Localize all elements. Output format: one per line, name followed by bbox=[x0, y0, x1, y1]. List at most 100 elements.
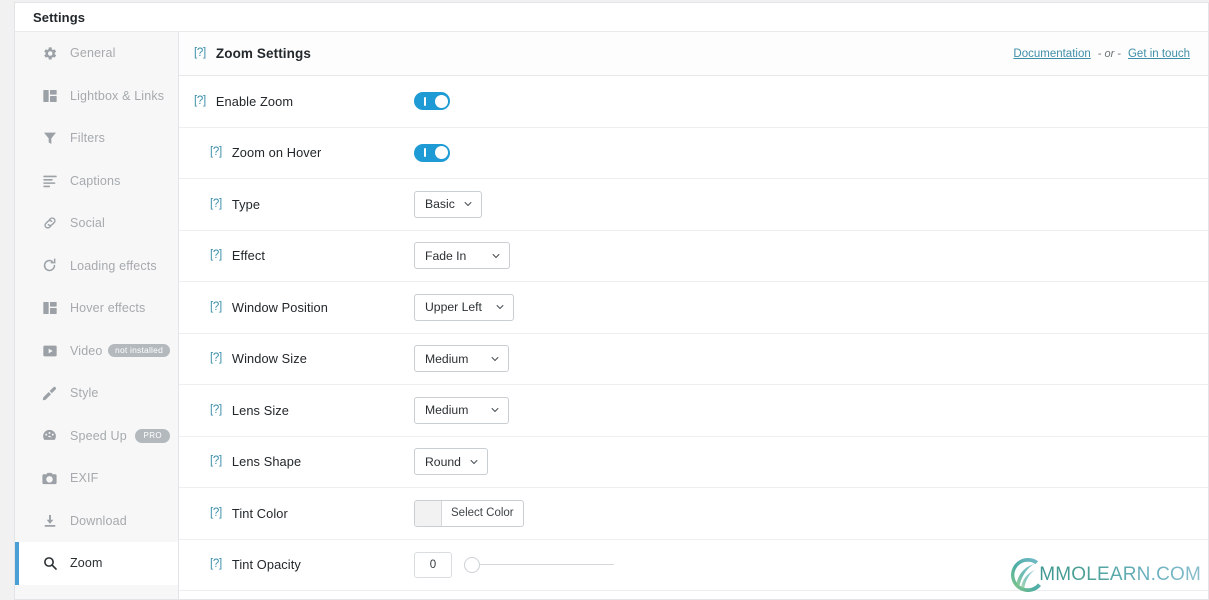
slider-handle[interactable] bbox=[464, 556, 480, 573]
sidebar-item-label: Hover effects bbox=[70, 301, 146, 316]
settings-window: Settings General Lightbox & Links Filter… bbox=[0, 0, 1209, 600]
setting-row-window-size: [?] Window Size Medium bbox=[179, 334, 1208, 385]
speedometer-icon bbox=[41, 427, 58, 444]
sidebar-item-zoom[interactable]: Zoom bbox=[15, 542, 178, 585]
select-value: Medium bbox=[425, 403, 469, 418]
row-control bbox=[414, 143, 450, 162]
color-swatch bbox=[415, 500, 442, 526]
toggle-knob bbox=[434, 146, 448, 160]
text-lines-icon bbox=[41, 172, 58, 189]
play-square-icon bbox=[41, 342, 58, 359]
camera-icon bbox=[41, 470, 58, 487]
pro-badge: PRO bbox=[135, 429, 170, 443]
question-mark-icon[interactable]: [?] bbox=[210, 249, 222, 262]
lens-shape-select[interactable]: Round bbox=[414, 448, 488, 476]
window-size-select[interactable]: Medium bbox=[414, 345, 509, 373]
setting-label: Enable Zoom bbox=[215, 93, 294, 109]
sidebar-item-social[interactable]: Social bbox=[15, 202, 178, 245]
window-position-select[interactable]: Upper Left bbox=[414, 293, 514, 321]
sidebar-item-speed-up[interactable]: Speed Up PRO bbox=[15, 415, 178, 458]
get-in-touch-link[interactable]: Get in touch bbox=[1128, 48, 1190, 60]
slider-track bbox=[464, 564, 614, 566]
row-label-group: [?] Effect bbox=[210, 248, 414, 263]
row-control: Medium bbox=[414, 396, 509, 424]
row-label-group: [?] Lens Size bbox=[210, 403, 414, 418]
row-control: Round bbox=[414, 448, 488, 476]
setting-row-tint-opacity: [?] Tint Opacity 0 bbox=[179, 540, 1208, 591]
question-mark-icon[interactable]: [?] bbox=[210, 404, 222, 417]
chevron-down-icon bbox=[463, 199, 473, 209]
sidebar-item-loading-effects[interactable]: Loading effects bbox=[15, 245, 178, 288]
download-icon bbox=[41, 512, 58, 529]
question-mark-icon[interactable]: [?] bbox=[210, 558, 222, 571]
wifi-icon bbox=[41, 597, 58, 599]
question-mark-icon[interactable]: [?] bbox=[210, 455, 222, 468]
setting-row-effect: [?] Effect Fade In bbox=[179, 231, 1208, 282]
effect-select[interactable]: Fade In bbox=[414, 242, 510, 270]
row-control: 0 bbox=[414, 551, 614, 578]
setting-row-type: [?] Type Basic bbox=[179, 179, 1208, 231]
tint-color-picker[interactable]: Select Color bbox=[414, 499, 524, 527]
sidebar-item-label: Captions bbox=[70, 173, 121, 188]
setting-label: Window Size bbox=[231, 351, 307, 367]
row-label-group: [?] Zoom on Hover bbox=[210, 145, 414, 160]
setting-label: Tint Opacity bbox=[231, 557, 301, 573]
sidebar-item-download[interactable]: Download bbox=[15, 500, 178, 543]
chevron-down-icon bbox=[469, 457, 479, 467]
chevron-down-icon bbox=[495, 302, 505, 312]
sidebar-item-label: General bbox=[70, 46, 116, 61]
sidebar-item-label: Style bbox=[70, 386, 99, 401]
select-color-label: Select Color bbox=[451, 507, 514, 520]
sidebar-item-label: Speed Up bbox=[70, 428, 127, 443]
question-mark-icon[interactable]: [?] bbox=[210, 146, 222, 159]
sidebar-item-exif[interactable]: EXIF bbox=[15, 457, 178, 500]
header-links: Documentation - or - Get in touch bbox=[1013, 48, 1190, 60]
type-select[interactable]: Basic bbox=[414, 190, 482, 218]
row-label-group: [?] Type bbox=[210, 197, 414, 212]
toggle-bar bbox=[424, 148, 426, 158]
window-title: Settings bbox=[33, 9, 86, 25]
question-mark-icon[interactable]: [?] bbox=[210, 198, 222, 211]
sidebar-item-label: Loading effects bbox=[70, 258, 157, 273]
sidebar-item-label: Zoom bbox=[70, 556, 103, 571]
zoom-on-hover-toggle[interactable] bbox=[414, 143, 450, 162]
sidebar-item-label: Filters bbox=[70, 131, 106, 146]
documentation-link[interactable]: Documentation bbox=[1013, 48, 1090, 60]
sidebar-item-partial[interactable] bbox=[15, 585, 178, 600]
sidebar-item-video[interactable]: Video not installed bbox=[15, 330, 178, 373]
select-value: Basic bbox=[425, 197, 455, 212]
question-mark-icon[interactable]: [?] bbox=[194, 47, 206, 60]
row-label-group: [?] Tint Opacity bbox=[210, 557, 414, 572]
sidebar-item-general[interactable]: General bbox=[15, 32, 178, 75]
layout-grid-icon bbox=[41, 300, 58, 317]
select-value: Upper Left bbox=[425, 300, 482, 315]
enable-zoom-toggle[interactable] bbox=[414, 92, 450, 111]
question-mark-icon[interactable]: [?] bbox=[210, 507, 222, 520]
page-title: Zoom Settings bbox=[215, 46, 311, 61]
row-control bbox=[414, 92, 450, 111]
row-control: Basic bbox=[414, 190, 482, 218]
tint-opacity-input[interactable]: 0 bbox=[414, 551, 452, 578]
question-mark-icon[interactable]: [?] bbox=[210, 352, 222, 365]
question-mark-icon[interactable]: [?] bbox=[194, 95, 206, 108]
settings-sidebar[interactable]: General Lightbox & Links Filters Caption… bbox=[15, 32, 179, 599]
sidebar-item-label: EXIF bbox=[70, 471, 99, 486]
row-control: Fade In bbox=[414, 242, 510, 270]
sidebar-item-filters[interactable]: Filters bbox=[15, 117, 178, 160]
lens-size-select[interactable]: Medium bbox=[414, 396, 509, 424]
sidebar-item-lightbox-links[interactable]: Lightbox & Links bbox=[15, 75, 178, 118]
sidebar-item-hover-effects[interactable]: Hover effects bbox=[15, 287, 178, 330]
setting-row-enable-zoom: [?] Enable Zoom bbox=[179, 76, 1208, 128]
tint-opacity-slider[interactable] bbox=[464, 556, 614, 573]
sidebar-item-captions[interactable]: Captions bbox=[15, 160, 178, 203]
gear-icon bbox=[41, 45, 58, 62]
chevron-down-icon bbox=[491, 251, 501, 261]
row-label-group: [?] Lens Shape bbox=[210, 454, 414, 469]
setting-label: Lens Size bbox=[231, 402, 289, 418]
setting-label: Lens Shape bbox=[231, 454, 302, 470]
sidebar-item-style[interactable]: Style bbox=[15, 372, 178, 415]
setting-row-lens-shape: [?] Lens Shape Round bbox=[179, 437, 1208, 488]
question-mark-icon[interactable]: [?] bbox=[210, 301, 222, 314]
chevron-down-icon bbox=[490, 405, 500, 415]
panel-header: [?] Zoom Settings Documentation - or - G… bbox=[179, 32, 1208, 76]
